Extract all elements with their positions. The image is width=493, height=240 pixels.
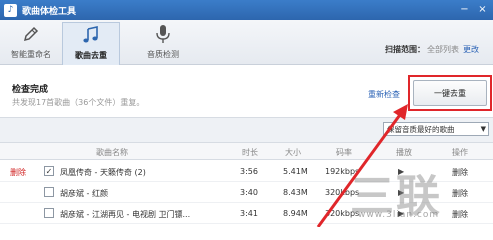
tab-label: 智能重命名 — [11, 50, 51, 59]
column-header-size: 大小 — [285, 148, 301, 157]
delete-link[interactable]: 删除 — [10, 167, 26, 178]
app-logo-icon: ♪ — [4, 3, 17, 17]
column-header-name: 歌曲名称 — [96, 148, 128, 157]
song-name: 凤凰传奇 - 天籁传奇 (2) — [60, 168, 146, 177]
chevron-down-icon: ▼ — [480, 125, 486, 133]
song-duration: 3:56 — [240, 167, 258, 176]
tab-quality-check[interactable]: 音质检测 — [134, 22, 192, 65]
column-header-action: 操作 — [452, 148, 468, 157]
keep-strategy-value: 保留音质最好的歌曲 — [387, 124, 455, 134]
title-bar: ♪ 歌曲体检工具 − × — [0, 0, 493, 20]
scan-range-value: 全部列表 — [427, 45, 459, 54]
toolbar: 智能重命名 歌曲去重 音质检测 扫描范围： 全部列表 更改 — [0, 20, 493, 65]
minimize-button[interactable]: − — [458, 3, 471, 16]
close-button[interactable]: × — [476, 3, 489, 16]
row-delete-link[interactable]: 删除 — [452, 167, 468, 178]
column-header-duration: 时长 — [242, 148, 258, 157]
scan-range: 扫描范围： 全部列表 更改 — [385, 44, 479, 55]
row-checkbox[interactable]: ✓ — [44, 166, 54, 176]
song-name: 胡彦斌 - 红颜 — [60, 189, 108, 198]
status-title: 检查完成 — [12, 85, 49, 95]
scan-range-label: 扫描范围： — [385, 45, 425, 54]
recheck-link[interactable]: 重新检查 — [368, 89, 400, 100]
tab-label: 音质检测 — [147, 50, 179, 59]
window-title: 歌曲体检工具 — [22, 6, 77, 17]
column-header-bitrate: 码率 — [336, 148, 352, 157]
change-scan-range-link[interactable]: 更改 — [463, 45, 479, 54]
column-header-play: 播放 — [396, 148, 412, 157]
watermark-url: www.3lian.com — [358, 210, 440, 220]
song-name: 胡彦斌 - 江湖再见 - 电视剧 卫门镖... — [60, 210, 191, 219]
pencil-icon — [2, 22, 60, 46]
song-duration: 3:40 — [240, 188, 258, 197]
song-size: 5.41M — [283, 167, 308, 176]
status-summary: 共发现17首歌曲（36个文件）重复。 — [12, 98, 145, 107]
tab-smart-rename[interactable]: 智能重命名 — [2, 22, 60, 65]
tab-label: 歌曲去重 — [75, 51, 107, 60]
row-checkbox[interactable] — [44, 208, 54, 218]
table-header: 歌曲名称 时长 大小 码率 播放 操作 — [0, 142, 493, 160]
microphone-icon — [134, 22, 192, 46]
tab-song-dedup[interactable]: 歌曲去重 — [62, 22, 120, 65]
row-delete-link[interactable]: 删除 — [452, 188, 468, 199]
song-size: 8.43M — [283, 188, 308, 197]
music-note-icon — [63, 23, 119, 47]
one-click-dedup-button[interactable]: 一键去重 — [413, 80, 487, 106]
keep-strategy-dropdown[interactable]: 保留音质最好的歌曲 ▼ — [383, 122, 489, 136]
row-delete-link[interactable]: 删除 — [452, 209, 468, 220]
row-checkbox[interactable] — [44, 187, 54, 197]
song-size: 8.94M — [283, 209, 308, 218]
song-duration: 3:41 — [240, 209, 258, 218]
